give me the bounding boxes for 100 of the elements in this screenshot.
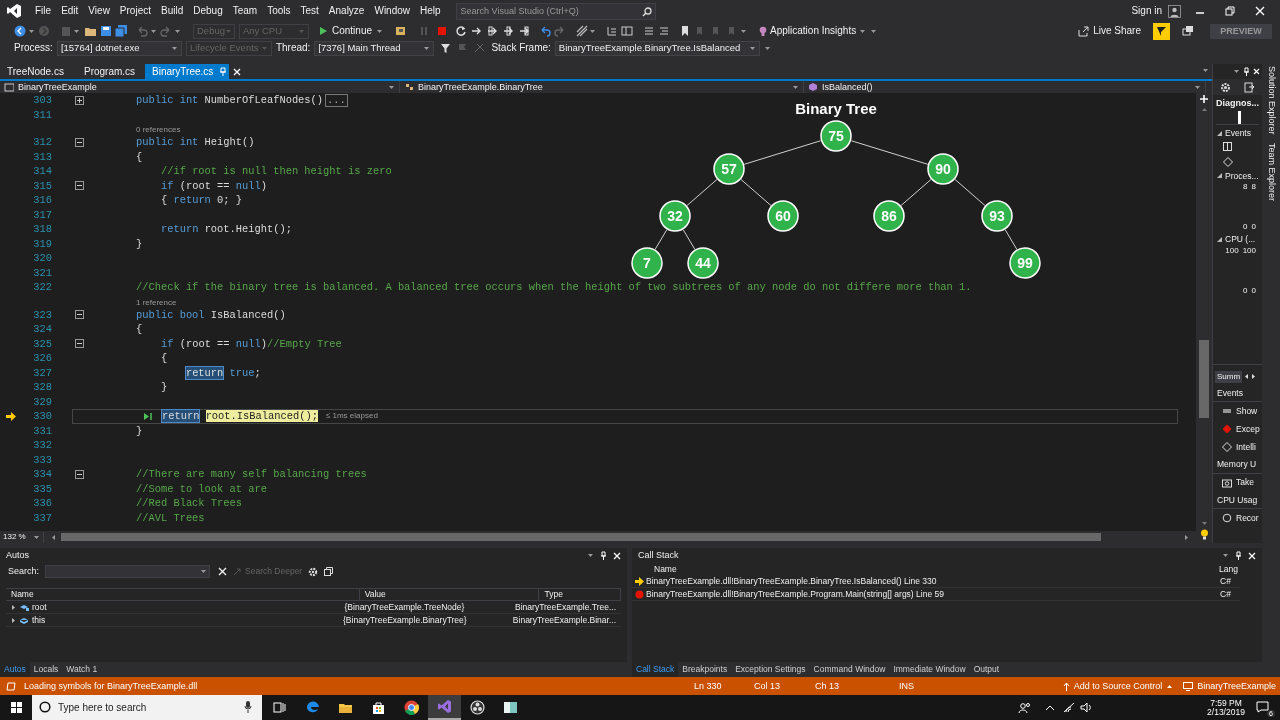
file-tab[interactable]: TreeNode.cs xyxy=(0,64,77,79)
call-stack-frame[interactable]: BinaryTreeExample.dll!BinaryTreeExample.Program.Main(string[] args) Line 59 xyxy=(646,589,1218,599)
run-to-click-icon[interactable] xyxy=(143,412,155,422)
file-tab[interactable]: Program.cs xyxy=(77,64,145,79)
zoom-dropdown[interactable]: 132 % xyxy=(0,531,44,543)
pin-icon[interactable] xyxy=(600,551,607,560)
avatar-icon[interactable] xyxy=(1168,4,1181,18)
continue-button[interactable]: Continue xyxy=(317,23,386,39)
collapsed-code-marker[interactable]: ... xyxy=(325,93,348,107)
column-header[interactable]: Name xyxy=(6,588,360,601)
column-header[interactable]: Name xyxy=(654,564,677,574)
settings-icon[interactable] xyxy=(308,566,319,577)
up-arrow-icon[interactable] xyxy=(1200,106,1208,112)
thread-dropdown[interactable]: [7376] Main Thread xyxy=(314,40,435,56)
caret-icon[interactable] xyxy=(589,27,597,35)
collapse-icon[interactable] xyxy=(74,137,84,147)
expand-triangle-icon[interactable] xyxy=(1216,129,1223,137)
caret-icon[interactable] xyxy=(1233,68,1240,75)
indent-icon[interactable] xyxy=(606,25,619,37)
collapse-icon[interactable] xyxy=(74,469,84,479)
menu-item[interactable]: File xyxy=(30,2,57,20)
uncomment-icon[interactable] xyxy=(658,25,671,37)
menu-item[interactable]: Analyze xyxy=(323,2,370,20)
settings-icon[interactable] xyxy=(1219,81,1231,93)
panel-tab[interactable]: Watch 1 xyxy=(62,662,102,677)
perf-tip[interactable]: ≤ 1ms elapsed xyxy=(325,412,378,421)
panel-tab[interactable]: Locals xyxy=(29,662,63,677)
pin-icon[interactable] xyxy=(1235,551,1242,560)
preview-button[interactable]: PREVIEW xyxy=(1210,23,1272,39)
caret-icon[interactable] xyxy=(1222,552,1229,559)
caret-icon[interactable] xyxy=(73,27,80,35)
menu-item[interactable]: Project xyxy=(114,2,156,20)
menu-item[interactable]: Window xyxy=(369,2,415,20)
menu-item[interactable]: Tools xyxy=(262,2,296,20)
people-icon[interactable] xyxy=(1018,701,1031,714)
restart-icon[interactable] xyxy=(455,25,468,37)
filter-icon[interactable] xyxy=(440,42,452,54)
columns-icon[interactable] xyxy=(621,25,634,37)
caret-icon[interactable] xyxy=(28,27,35,35)
notifications-icon[interactable] xyxy=(1182,25,1194,37)
down-arrow-icon[interactable] xyxy=(1200,521,1208,527)
caret-icon[interactable] xyxy=(174,27,181,35)
diagnostics-item[interactable]: Recor xyxy=(1236,513,1259,523)
chevron-up-icon[interactable] xyxy=(1045,704,1055,711)
right-arrow-icon[interactable] xyxy=(1183,533,1190,541)
vertical-scroll-thumb[interactable] xyxy=(1199,340,1209,418)
copy-icon[interactable] xyxy=(324,567,334,576)
folder-icon[interactable] xyxy=(84,25,97,37)
expand-triangle-icon[interactable] xyxy=(1216,172,1223,180)
menu-item[interactable]: Test xyxy=(295,2,324,20)
sign-in-link[interactable]: Sign in xyxy=(1131,6,1162,16)
call-stack-frame[interactable]: BinaryTreeExample.dll!BinaryTreeExample.BinaryTree.IsBalanced() Line 330 xyxy=(646,576,1218,586)
collapse-icon[interactable] xyxy=(74,310,84,320)
left-arrow-icon[interactable] xyxy=(1244,373,1250,380)
taskbar-search-field[interactable]: Type here to search xyxy=(32,695,262,720)
diagnostics-item[interactable]: Take xyxy=(1236,478,1254,487)
collapse-icon[interactable] xyxy=(74,339,84,349)
menu-item[interactable]: View xyxy=(83,2,115,20)
undo-icon[interactable] xyxy=(136,25,148,37)
save-icon[interactable] xyxy=(100,25,112,37)
search-field[interactable] xyxy=(45,565,211,578)
step-back-icon[interactable] xyxy=(539,25,552,37)
caret-icon[interactable] xyxy=(150,27,157,35)
panel-tab[interactable]: Exception Settings xyxy=(731,662,810,677)
menu-item[interactable]: Debug xyxy=(188,2,228,20)
summary-tab[interactable]: Summ xyxy=(1215,370,1243,383)
caret-icon[interactable] xyxy=(740,27,748,35)
split-icon[interactable] xyxy=(1199,94,1209,104)
expand-icon[interactable] xyxy=(74,95,84,105)
diagnostics-item[interactable]: Excep xyxy=(1236,424,1260,434)
tab-list-icon[interactable] xyxy=(1202,67,1210,75)
diagnostics-item[interactable]: Intelli xyxy=(1236,442,1256,452)
column-header[interactable]: Value xyxy=(359,588,540,601)
comment-icon[interactable] xyxy=(643,25,656,37)
panel-tab[interactable]: Autos xyxy=(0,662,30,677)
close-icon[interactable] xyxy=(1253,68,1260,75)
code-lens[interactable]: 1 reference xyxy=(136,298,177,308)
menu-item[interactable]: Build xyxy=(156,2,189,20)
side-tab[interactable]: Team Explorer xyxy=(1264,142,1278,201)
volume-icon[interactable] xyxy=(1080,702,1092,713)
close-icon[interactable] xyxy=(1255,6,1265,16)
column-header[interactable]: Type xyxy=(539,588,621,601)
process-dropdown[interactable]: [15764] dotnet.exe xyxy=(56,40,182,56)
insights-button[interactable]: Application Insights xyxy=(759,25,867,37)
stack-frame-dropdown[interactable]: BinaryTreeExample.BinaryTree.IsBalanced xyxy=(554,40,760,56)
repository-button[interactable]: BinaryTreeExample xyxy=(1183,681,1276,691)
export-icon[interactable] xyxy=(1244,81,1256,93)
bookmark-icon[interactable] xyxy=(680,25,691,37)
restore-icon[interactable] xyxy=(1225,6,1235,16)
left-arrow-icon[interactable] xyxy=(50,533,57,541)
panel-tab[interactable]: Breakpoints xyxy=(678,662,732,677)
column-header[interactable]: Lang xyxy=(1219,564,1238,574)
panel-tab[interactable]: Command Window xyxy=(809,662,890,677)
side-tab[interactable]: Solution Explorer xyxy=(1264,66,1278,135)
clear-icon[interactable] xyxy=(218,567,228,576)
source-control-button[interactable]: Add to Source Control xyxy=(1062,681,1174,691)
close-icon[interactable] xyxy=(1248,551,1256,560)
clock[interactable]: 7:59 PM 2/13/2019 xyxy=(1202,698,1250,717)
redo-icon[interactable] xyxy=(160,25,172,37)
step-out-icon[interactable] xyxy=(519,25,532,37)
